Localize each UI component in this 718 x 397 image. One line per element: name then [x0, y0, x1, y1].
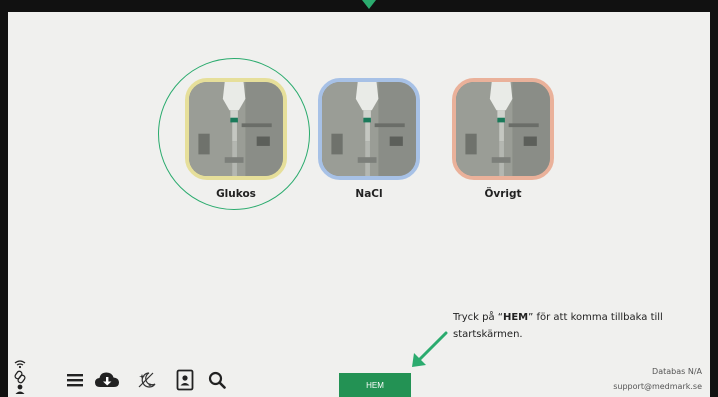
top-pointer-icon — [362, 0, 376, 9]
link-icon — [14, 370, 26, 384]
cloud-download-icon[interactable] — [94, 369, 120, 391]
category-label-glukos[interactable]: Glukos — [185, 188, 287, 200]
person-icon — [15, 384, 25, 394]
hint-arrow-icon — [412, 331, 448, 367]
tutorial-hint: Tryck på “HEM” för att komma tillbaka ti… — [453, 309, 683, 343]
wifi-icon — [14, 360, 26, 369]
category-label-nacl[interactable]: NaCl — [318, 188, 420, 200]
support-email[interactable]: support@medmark.se — [613, 379, 702, 394]
home-button[interactable]: HEM — [339, 373, 411, 397]
hint-keyword: HEM — [502, 312, 529, 323]
night-mode-icon[interactable] — [136, 369, 158, 391]
hint-prefix: Tryck på “ — [453, 312, 503, 323]
search-icon[interactable] — [206, 369, 228, 391]
category-tile-glukos[interactable] — [185, 78, 287, 180]
status-icons — [14, 360, 26, 394]
database-status: Databas N/A — [652, 367, 702, 376]
category-tile-nacl[interactable] — [318, 78, 420, 180]
category-tile-ovrigt[interactable] — [452, 78, 554, 180]
iv-drip-image — [189, 82, 283, 176]
iv-drip-image — [322, 82, 416, 176]
menu-icon[interactable] — [64, 369, 86, 391]
id-badge-icon[interactable] — [174, 369, 196, 391]
footer-info: Databas N/A support@medmark.se — [613, 364, 702, 394]
category-label-ovrigt[interactable]: Övrigt — [452, 188, 554, 200]
iv-drip-image — [456, 82, 550, 176]
